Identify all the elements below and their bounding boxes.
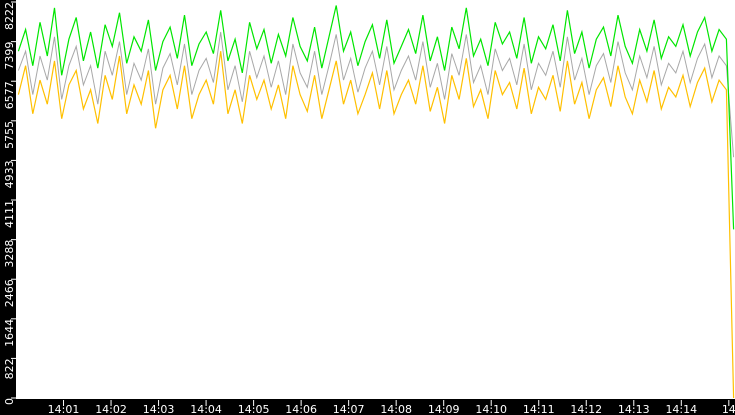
x-tick-label: 14:11 <box>523 403 555 415</box>
x-tick-label: 14:01 <box>48 403 80 415</box>
y-tick-label: 1644 <box>3 319 16 347</box>
x-tick-label: 14:04 <box>190 403 222 415</box>
y-tick-label: 5755 <box>3 121 16 149</box>
y-tick-label: 4933 <box>3 160 16 188</box>
y-tick-label: 6577 <box>3 81 16 109</box>
x-tick-label: 14:13 <box>618 403 650 415</box>
x-tick-label: 14:03 <box>143 403 175 415</box>
x-tick-label: 14:08 <box>380 403 412 415</box>
y-axis: 0 822 1644 2466 3288 4111 4933 5755 6577 7399 8222 <box>3 1 16 405</box>
x-tick-label: 14:05 <box>238 403 270 415</box>
x-tick-label: 14:06 <box>285 403 317 415</box>
x-tick-label: 14:10 <box>475 403 507 415</box>
x-tick-label: 14:02 <box>95 403 127 415</box>
x-tick-label: 14:09 <box>428 403 460 415</box>
x-tick-label: 14:07 <box>333 403 365 415</box>
y-tick-label: 0 <box>3 398 16 405</box>
chart: 0 822 1644 2466 3288 4111 4933 5755 6577 7399 8222… <box>0 0 735 415</box>
x-axis: 14:01 14:02 14:03 14:04 14:05 14:06 14:07 14:08… <box>48 400 735 415</box>
y-tick-label: 8222 <box>3 2 16 30</box>
y-tick-label: 3288 <box>3 240 16 268</box>
x-tick-label: 14:14 <box>665 403 697 415</box>
plot-area <box>16 0 735 399</box>
y-tick-label: 822 <box>3 358 16 379</box>
y-tick-label: 4111 <box>3 200 16 228</box>
y-tick-label: 7399 <box>3 42 16 70</box>
x-tick-label: 14 <box>722 403 735 415</box>
y-tick-label: 2466 <box>3 279 16 307</box>
x-tick-label: 14:12 <box>570 403 602 415</box>
